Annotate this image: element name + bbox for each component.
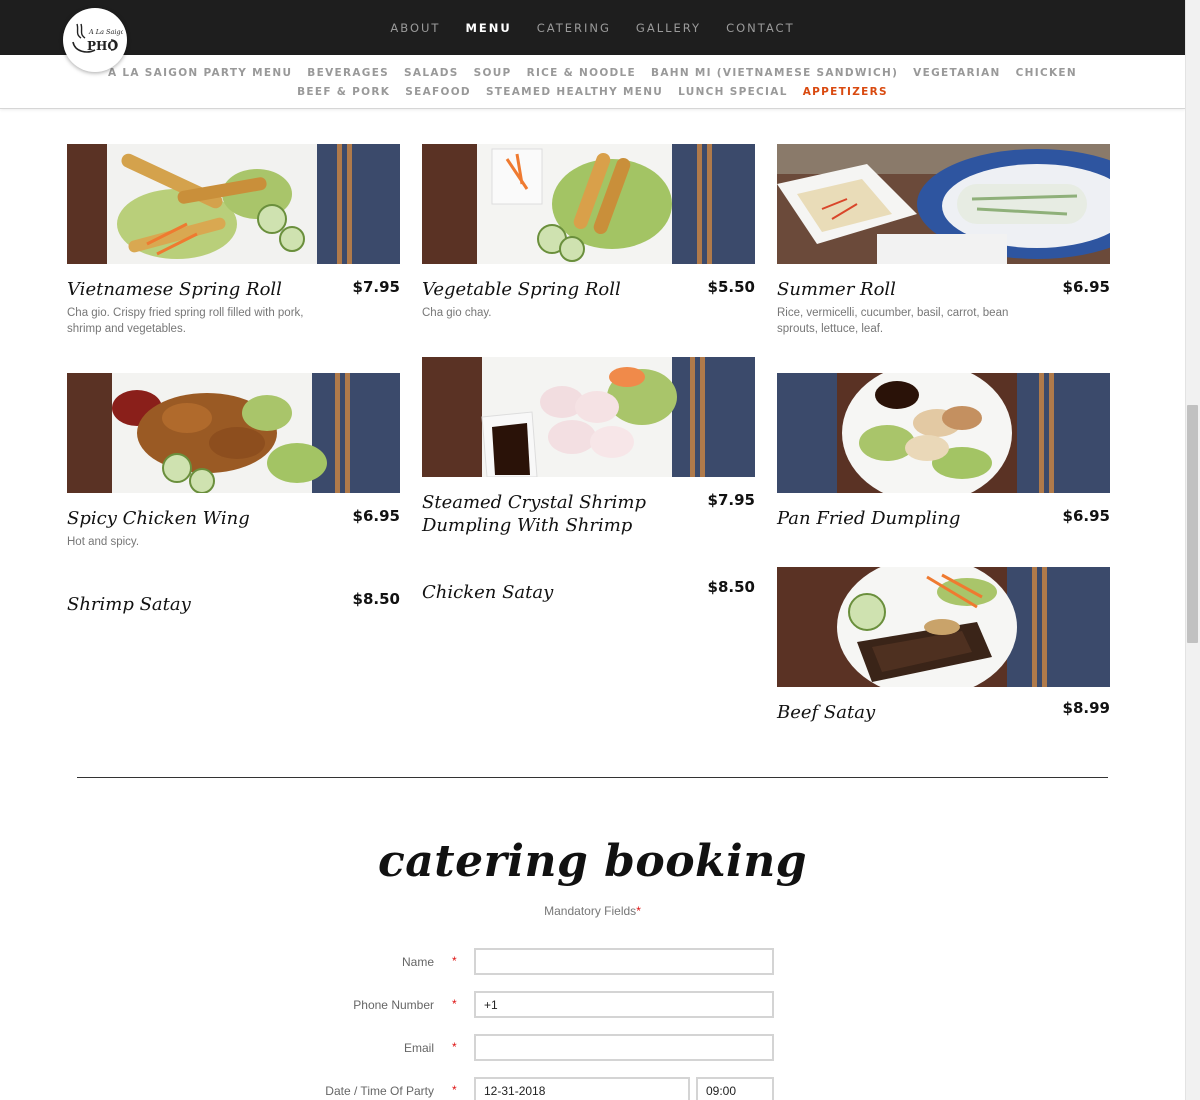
spring-roll-photo xyxy=(67,144,400,264)
required-mark: * xyxy=(452,1040,457,1054)
category-beverages[interactable]: BEVERAGES xyxy=(307,67,389,79)
category-vegetarian[interactable]: VEGETARIAN xyxy=(913,67,1000,79)
phone-row: Phone Number * xyxy=(0,991,1185,1019)
nav-contact[interactable]: CONTACT xyxy=(726,21,795,35)
menu-item: Spicy Chicken Wing $6.95 Hot and spicy. xyxy=(67,373,400,563)
name-row: Name * xyxy=(0,948,1185,976)
item-price: $6.95 xyxy=(1062,507,1110,525)
catering-booking-title: catering booking xyxy=(377,836,807,887)
item-price: $8.50 xyxy=(352,590,400,608)
name-field[interactable] xyxy=(474,948,774,975)
item-description: Rice, vermicelli, cucumber, basil, carro… xyxy=(777,307,1009,335)
datetime-label: Date / Time Of Party xyxy=(325,1084,434,1098)
item-price: $5.50 xyxy=(707,278,755,296)
datetime-row: Date / Time Of Party * xyxy=(0,1077,1185,1100)
item-description: Cha gio chay. xyxy=(422,307,492,319)
category-row-1: A LA SAIGON PARTY MENU BEVERAGES SALADS … xyxy=(0,67,1185,79)
item-price: $8.99 xyxy=(1062,699,1110,717)
chicken-wing-photo xyxy=(67,373,400,493)
menu-item: Vietnamese Spring Roll $7.95 Cha gio. Cr… xyxy=(67,144,400,344)
email-field[interactable] xyxy=(474,1034,774,1061)
phone-field[interactable] xyxy=(474,991,774,1018)
item-name: Beef Satay xyxy=(777,702,876,723)
category-beef-pork[interactable]: BEEF & PORK xyxy=(297,86,390,98)
category-lunch-special[interactable]: LUNCH SPECIAL xyxy=(678,86,788,98)
pho-logo-mark: A La Saigon PHO xyxy=(72,23,123,53)
item-name: Vietnamese Spring Roll xyxy=(67,279,282,300)
category-row-2: BEEF & PORK SEAFOOD STEAMED HEALTHY MENU… xyxy=(0,86,1185,98)
item-price: $8.50 xyxy=(707,578,755,596)
section-divider xyxy=(77,777,1108,778)
party-date-field[interactable] xyxy=(474,1077,690,1100)
nav-about[interactable]: ABOUT xyxy=(390,21,440,35)
category-rice-noodle[interactable]: RICE & NOODLE xyxy=(527,67,636,79)
category-salads[interactable]: SALADS xyxy=(404,67,459,79)
item-name: Steamed Crystal Shrimp Dumpling With Shr… xyxy=(422,492,647,536)
menu-item: Vegetable Spring Roll $5.50 Cha gio chay… xyxy=(422,144,755,344)
category-steamed-healthy[interactable]: STEAMED HEALTHY MENU xyxy=(486,86,663,98)
name-label: Name xyxy=(401,955,434,969)
required-mark: * xyxy=(452,954,457,968)
nav-menu[interactable]: MENU xyxy=(465,21,511,35)
item-price: $6.95 xyxy=(352,507,400,525)
required-mark: * xyxy=(452,1083,457,1097)
item-name: Shrimp Satay xyxy=(67,594,191,615)
svg-text:PHO: PHO xyxy=(87,39,118,53)
party-time-field[interactable] xyxy=(696,1077,774,1100)
category-seafood[interactable]: SEAFOOD xyxy=(405,86,471,98)
item-price: $7.95 xyxy=(707,491,755,509)
category-bahn-mi[interactable]: BAHN MI (VIETNAMESE SANDWICH) xyxy=(651,67,898,79)
category-appetizers[interactable]: APPETIZERS xyxy=(803,86,888,98)
email-row: Email * xyxy=(0,1034,1185,1062)
page-scrollbar-thumb[interactable] xyxy=(1187,405,1198,643)
phone-label: Phone Number xyxy=(353,998,434,1012)
mandatory-star: * xyxy=(636,904,641,918)
item-price: $7.95 xyxy=(352,278,400,296)
menu-item: Chicken Satay $8.50 xyxy=(422,578,755,618)
category-chicken[interactable]: CHICKEN xyxy=(1016,67,1077,79)
site-logo[interactable]: A La Saigon PHO xyxy=(63,8,127,72)
item-description: Cha gio. Crispy fried spring roll filled… xyxy=(67,307,304,335)
category-soup[interactable]: SOUP xyxy=(474,67,512,79)
beef-satay-photo xyxy=(777,567,1110,687)
mandatory-fields-note: Mandatory Fields* xyxy=(0,904,1185,918)
main-nav: ABOUT MENU CATERING GALLERY CONTACT xyxy=(0,0,1185,55)
menu-category-bar: A LA SAIGON PARTY MENU BEVERAGES SALADS … xyxy=(0,55,1185,109)
item-price: $6.95 xyxy=(1062,278,1110,296)
nav-gallery[interactable]: GALLERY xyxy=(636,21,701,35)
menu-item: Beef Satay $8.99 xyxy=(777,567,1110,737)
svg-text:A La Saigon: A La Saigon xyxy=(88,28,123,36)
category-party-menu[interactable]: A LA SAIGON PARTY MENU xyxy=(108,67,292,79)
menu-item: Summer Roll $6.95 Rice, vermicelli, cucu… xyxy=(777,144,1110,344)
item-name: Summer Roll xyxy=(777,279,896,300)
item-name: Chicken Satay xyxy=(422,582,554,603)
summer-roll-photo xyxy=(777,144,1110,264)
nav-catering[interactable]: CATERING xyxy=(537,21,611,35)
crystal-dumpling-photo xyxy=(422,357,755,477)
pan-fried-dumpling-photo xyxy=(777,373,1110,493)
veg-spring-roll-photo xyxy=(422,144,755,264)
email-label: Email xyxy=(403,1041,434,1055)
menu-item: Pan Fried Dumpling $6.95 xyxy=(777,373,1110,543)
menu-item: Steamed Crystal Shrimp Dumpling With Shr… xyxy=(422,357,755,557)
item-name: Pan Fried Dumpling xyxy=(777,508,961,529)
required-mark: * xyxy=(452,997,457,1011)
mandatory-note-text: Mandatory Fields xyxy=(544,904,637,918)
item-description: Hot and spicy. xyxy=(67,536,140,548)
item-name: Spicy Chicken Wing xyxy=(67,508,250,529)
menu-item: Shrimp Satay $8.50 xyxy=(67,590,400,630)
item-name: Vegetable Spring Roll xyxy=(422,279,621,300)
